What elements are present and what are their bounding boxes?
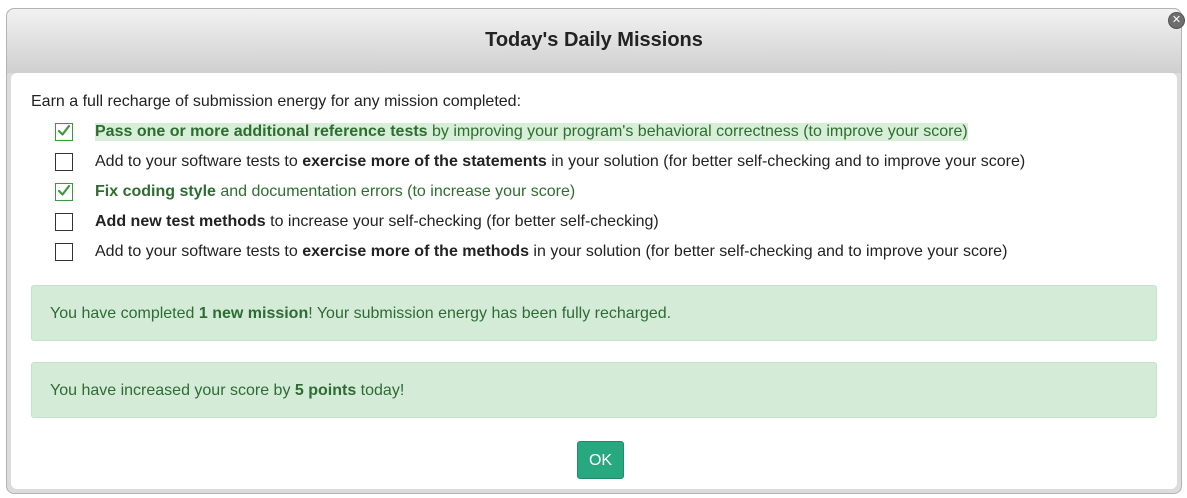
check-mark-icon bbox=[57, 124, 71, 136]
dialog-title: Today's Daily Missions bbox=[485, 29, 703, 51]
mission-checkbox[interactable] bbox=[55, 123, 73, 141]
mission-list: Pass one or more additional reference te… bbox=[55, 117, 1025, 267]
mission-text: Pass one or more additional reference te… bbox=[95, 123, 968, 141]
mission-rest-text: in your solution (for better self-checki… bbox=[528, 243, 1008, 260]
mission-pre-text: Add to your software tests to bbox=[95, 153, 303, 170]
mission-item-3: Add new test methods to increase your se… bbox=[55, 207, 1025, 237]
mission-rest-text: by improving your program's behavioral c… bbox=[427, 123, 968, 140]
alert-text: You have increased your score by bbox=[50, 382, 295, 399]
mission-checkbox[interactable] bbox=[55, 183, 73, 201]
mission-bold-text: Add new test methods bbox=[95, 213, 266, 230]
mission-text: Add to your software tests to exercise m… bbox=[95, 153, 1025, 171]
intro-text: Earn a full recharge of submission energ… bbox=[31, 93, 522, 110]
mission-item-4: Add to your software tests to exercise m… bbox=[55, 237, 1025, 267]
alert-text: ! Your submission energy has been fully … bbox=[308, 305, 672, 322]
dialog-content: Earn a full recharge of submission energ… bbox=[11, 73, 1177, 489]
mission-text: Add to your software tests to exercise m… bbox=[95, 243, 1007, 261]
mission-rest-text: and documentation errors (to increase yo… bbox=[215, 183, 576, 200]
mission-bold-text: exercise more of the methods bbox=[302, 243, 529, 260]
score-increase-alert: You have increased your score by 5 point… bbox=[31, 362, 1157, 418]
alert-text: today! bbox=[356, 382, 405, 399]
mission-pre-text: Add to your software tests to bbox=[95, 243, 303, 260]
mission-rest-text: to increase your self-checking (for bett… bbox=[265, 213, 659, 230]
mission-checkbox[interactable] bbox=[55, 153, 73, 171]
mission-rest-text: in your solution (for better self-checki… bbox=[546, 153, 1026, 170]
mission-complete-alert: You have completed 1 new mission! Your s… bbox=[31, 285, 1157, 341]
mission-bold-text: Pass one or more additional reference te… bbox=[95, 123, 428, 140]
mission-text: Fix coding style and documentation error… bbox=[95, 183, 575, 201]
mission-checkbox[interactable] bbox=[55, 243, 73, 261]
alert-bold-text: 5 points bbox=[294, 382, 357, 399]
alert-bold-text: 1 new mission bbox=[198, 305, 309, 322]
alert-text: You have completed bbox=[50, 305, 199, 322]
mission-item-2: Fix coding style and documentation error… bbox=[55, 177, 1025, 207]
mission-bold-text: exercise more of the statements bbox=[302, 153, 547, 170]
close-icon[interactable]: ✕ bbox=[1168, 12, 1185, 29]
mission-bold-text: Fix coding style bbox=[95, 183, 216, 200]
ok-button[interactable]: OK bbox=[577, 441, 624, 479]
mission-item-0: Pass one or more additional reference te… bbox=[55, 117, 1025, 147]
mission-text: Add new test methods to increase your se… bbox=[95, 213, 659, 231]
dialog-titlebar: Today's Daily Missions bbox=[7, 9, 1181, 73]
mission-item-1: Add to your software tests to exercise m… bbox=[55, 147, 1025, 177]
mission-checkbox[interactable] bbox=[55, 213, 73, 231]
daily-missions-dialog: Today's Daily Missions ✕ Earn a full rec… bbox=[6, 8, 1185, 494]
check-mark-icon bbox=[57, 184, 71, 196]
